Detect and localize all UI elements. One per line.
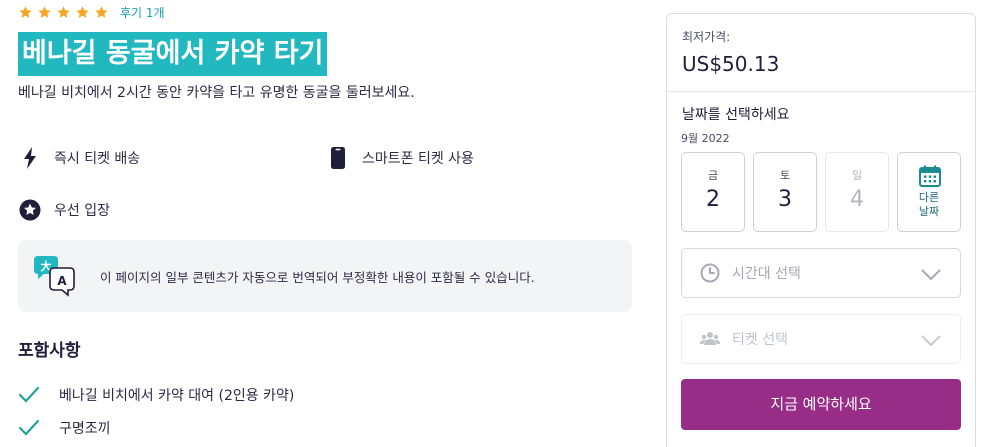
divider xyxy=(667,91,975,92)
calendar-icon xyxy=(919,165,941,187)
feature-smartphone-ticket: 스마트폰 티켓 사용 xyxy=(326,146,474,170)
feature-label: 즉시 티켓 배송 xyxy=(54,151,141,167)
day-of-week: 금 xyxy=(707,169,719,182)
date-select-title: 날짜를 선택하세요 xyxy=(682,107,790,123)
day-number: 3 xyxy=(778,187,792,212)
chevron-down-icon xyxy=(921,269,941,281)
star-icon xyxy=(57,5,70,18)
chevron-down-icon xyxy=(921,335,941,347)
feature-label: 스마트폰 티켓 사용 xyxy=(362,151,474,167)
day-number: 2 xyxy=(706,187,720,212)
group-icon xyxy=(700,332,720,345)
month-label: 9월 2022 xyxy=(681,132,730,145)
smartphone-icon xyxy=(326,146,350,170)
list-item: 구명조끼 xyxy=(18,417,111,439)
price-value: US$50.13 xyxy=(682,52,780,76)
included-section-title: 포함사항 xyxy=(18,341,81,361)
page-title: 베나길 동굴에서 카약 타기 xyxy=(18,32,328,76)
rating: 후기 1개 xyxy=(18,3,165,21)
star-badge-icon xyxy=(18,198,42,222)
time-select-placeholder: 시간대 선택 xyxy=(732,266,801,282)
other-dates-label: 다른 날짜 xyxy=(918,191,940,218)
date-option-sun: 일 4 xyxy=(825,152,889,232)
translation-notice-text: 이 페이지의 일부 콘텐츠가 자동으로 번역되어 부정확한 내용이 포함될 수 … xyxy=(100,269,535,285)
lightning-icon xyxy=(18,146,42,170)
included-item-label: 베나길 비치에서 카약 대여 (2인용 카약) xyxy=(59,388,295,404)
rating-stars xyxy=(18,5,109,20)
day-number: 4 xyxy=(850,187,864,212)
booking-panel: 최저가격: US$50.13 날짜를 선택하세요 9월 2022 금 2 토 3… xyxy=(666,13,976,447)
checkmark-icon xyxy=(18,419,40,436)
svg-text:A: A xyxy=(57,274,67,288)
book-now-button[interactable]: 지금 예약하세요 xyxy=(681,379,961,430)
date-option-sat[interactable]: 토 3 xyxy=(753,152,817,232)
included-item-label: 구명조끼 xyxy=(59,421,111,437)
date-option-fri[interactable]: 금 2 xyxy=(681,152,745,232)
review-count-link[interactable]: 후기 1개 xyxy=(120,4,165,21)
day-of-week: 토 xyxy=(779,169,791,182)
time-select[interactable]: 시간대 선택 xyxy=(681,248,961,298)
ticket-select-placeholder: 티켓 선택 xyxy=(732,332,788,348)
day-of-week: 일 xyxy=(851,169,863,182)
feature-instant-delivery: 즉시 티켓 배송 xyxy=(18,146,140,170)
star-icon xyxy=(76,5,89,18)
star-icon xyxy=(95,5,108,18)
ticket-select[interactable]: 티켓 선택 xyxy=(681,314,961,364)
page-subtitle: 베나길 비치에서 2시간 동안 카약을 타고 유명한 동굴을 둘러보세요. xyxy=(18,85,415,101)
checkmark-icon xyxy=(18,386,40,403)
other-dates-button[interactable]: 다른 날짜 xyxy=(897,152,961,232)
star-icon xyxy=(38,5,51,18)
feature-label: 우선 입장 xyxy=(54,203,110,219)
translation-notice: 大 A 이 페이지의 일부 콘텐츠가 자동으로 번역되어 부정확한 내용이 포함… xyxy=(18,240,632,312)
price-label: 최저가격: xyxy=(682,30,731,44)
star-icon xyxy=(19,5,32,18)
clock-icon xyxy=(700,263,720,283)
list-item: 베나길 비치에서 카약 대여 (2인용 카약) xyxy=(18,384,294,406)
feature-priority-entry: 우선 입장 xyxy=(18,198,110,222)
translate-icon: 大 A xyxy=(34,256,75,297)
